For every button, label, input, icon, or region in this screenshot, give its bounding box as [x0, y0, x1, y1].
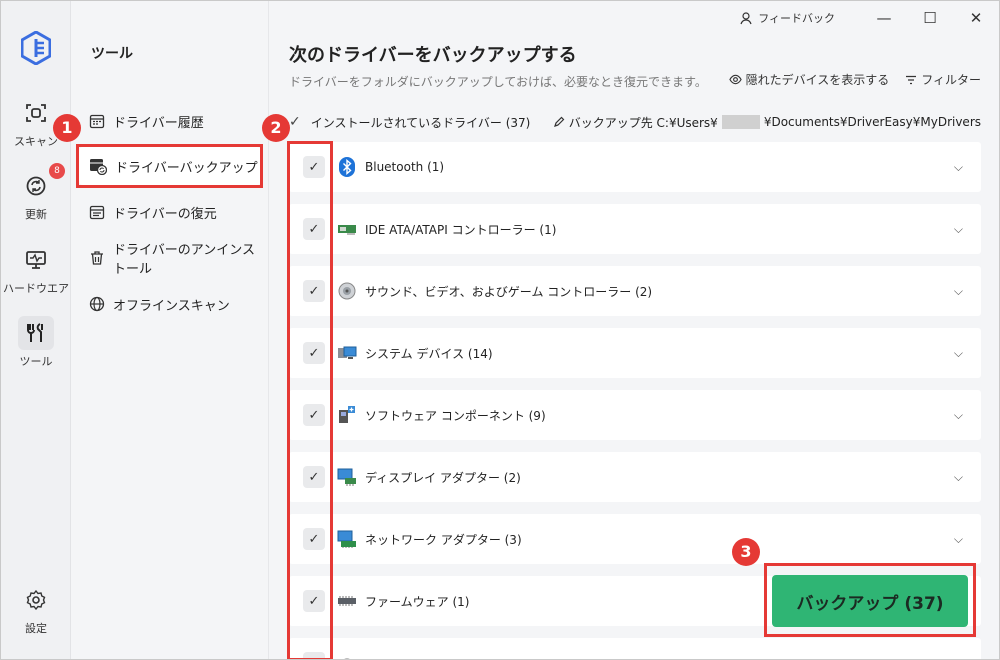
rail-item-settings[interactable]: 設定 [1, 583, 71, 636]
network-adapter-icon [337, 529, 357, 549]
pencil-icon [553, 116, 565, 127]
rail-item-update[interactable]: 8 更新 [1, 163, 71, 222]
installed-drivers-label: インストールされているドライバー (37) [310, 115, 531, 130]
subnav-item-driver-restore[interactable]: ドライバーの復元 [79, 193, 261, 231]
chevron-down-icon[interactable]: ⌵ [954, 408, 963, 423]
tools-subnav: ツール ドライバー履歴 ドライバーバックアップ ドライバーの復元 ドライバーのア… [71, 1, 269, 659]
rail-item-label: ハードウエア [3, 282, 69, 295]
display-adapter-icon [337, 467, 357, 487]
subnav-item-label: オフラインスキャン [113, 298, 230, 314]
backup-path-prefix: バックアップ先 C:¥Users¥ [568, 115, 718, 130]
pointing-device-icon [337, 653, 357, 659]
filter-button[interactable]: フィルター [905, 71, 981, 88]
rail-item-hardware[interactable]: ハードウエア [1, 243, 71, 296]
scan-icon [18, 96, 54, 130]
rail-item-label: 更新 [25, 208, 47, 221]
app-logo-icon [21, 31, 51, 65]
filter-icon [906, 75, 917, 84]
rail-item-label: ツール [19, 355, 53, 368]
subnav-item-label: ドライバーのアンインストール [113, 243, 255, 277]
speaker-icon [337, 281, 357, 301]
main-panel: 次のドライバーをバックアップする ドライバーをフォルダにバックアップしておけば、… [269, 1, 999, 659]
backup-path-suffix: ¥Documents¥DriverEasy¥MyDrivers [763, 115, 981, 129]
row-label: Bluetooth (1) [365, 160, 445, 174]
row-label: ファームウェア (1) [365, 594, 470, 609]
select-all-checkbox[interactable]: ✓ [289, 114, 301, 130]
list-item[interactable]: ✓ Bluetooth (1) ⌵ [289, 142, 981, 192]
list-item[interactable]: ✓ ネットワーク アダプター (3) ⌵ [289, 514, 981, 564]
list-item[interactable]: ✓ ソフトウェア コンポーネント (9) ⌵ [289, 390, 981, 440]
eye-icon [728, 74, 742, 85]
row-label: サウンド、ビデオ、およびゲーム コントローラー (2) [365, 284, 653, 299]
show-hidden-label: 隠れたデバイスを表示する [745, 73, 890, 87]
chevron-down-icon[interactable]: ⌵ [954, 532, 963, 547]
redacted-username [721, 115, 760, 129]
chevron-down-icon[interactable]: ⌵ [954, 160, 963, 175]
chevron-down-icon[interactable]: ⌵ [954, 284, 963, 299]
row-label: ソフトウェア コンポーネント (9) [365, 408, 546, 423]
filter-label: フィルター [921, 73, 981, 87]
page-subtitle: ドライバーをフォルダにバックアップしておけば、必要なとき復元できます。 [289, 75, 707, 89]
globe-icon [89, 296, 105, 312]
list-item[interactable]: ✓ ディスプレイ アダプター (2) ⌵ [289, 452, 981, 502]
chevron-down-icon[interactable]: ⌵ [954, 346, 963, 361]
row-label: ネットワーク アダプター (3) [365, 532, 522, 547]
subnav-item-label: ドライバー履歴 [113, 115, 204, 131]
list-item[interactable]: ✓ サウンド、ビデオ、およびゲーム コントローラー (2) ⌵ [289, 266, 981, 316]
software-component-icon [337, 405, 357, 425]
row-label: ディスプレイ アダプター (2) [365, 470, 521, 485]
page-title: 次のドライバーをバックアップする [289, 45, 577, 66]
gear-icon [18, 583, 54, 617]
row-label: システム デバイス (14) [365, 346, 493, 361]
update-count-badge: 8 [49, 163, 65, 179]
subnav-item-driver-history[interactable]: ドライバー履歴 [79, 102, 261, 140]
show-hidden-devices-toggle[interactable]: 隠れたデバイスを表示する [728, 71, 890, 88]
subnav-item-offline-scan[interactable]: オフラインスキャン [79, 285, 261, 323]
rail-item-tools[interactable]: ツール [1, 316, 71, 369]
annotation-number-2: 2 [262, 114, 290, 142]
monitor-pulse-icon [18, 243, 54, 277]
chevron-down-icon[interactable]: ⌵ [954, 222, 963, 237]
list-item[interactable] [289, 638, 981, 659]
subnav-item-label: ドライバーの復元 [113, 206, 217, 222]
firmware-icon [337, 591, 357, 611]
list-tools: 隠れたデバイスを表示する フィルター [728, 71, 981, 88]
restore-icon [89, 205, 105, 220]
subnav-item-driver-uninstall[interactable]: ドライバーのアンインストール [79, 239, 261, 277]
system-device-icon [337, 343, 357, 363]
ide-controller-icon [337, 219, 357, 239]
tools-icon [18, 316, 54, 350]
bluetooth-icon [337, 157, 357, 177]
subnav-title: ツール [91, 46, 133, 62]
annotation-highlight-backup-button [764, 563, 976, 637]
annotation-number-3: 3 [732, 538, 760, 566]
rail-item-label: 設定 [25, 622, 47, 635]
list-item[interactable]: ✓ システム デバイス (14) ⌵ [289, 328, 981, 378]
app-window: フィードバック — ☐ ✕ スキャン 8 更新 ハードウエア ツール 設定 ツー… [0, 0, 1000, 660]
annotation-number-1: 1 [53, 114, 81, 142]
annotation-highlight-backup-menu [76, 144, 263, 188]
refresh-icon [18, 169, 54, 203]
annotation-highlight-checkboxes [287, 141, 333, 659]
backup-path[interactable]: バックアップ先 C:¥Users¥ ¥Documents¥DriverEasy¥M… [553, 114, 981, 131]
list-item[interactable]: ✓ IDE ATA/ATAPI コントローラー (1) ⌵ [289, 204, 981, 254]
row-label: IDE ATA/ATAPI コントローラー (1) [365, 222, 557, 237]
trash-icon [91, 251, 103, 265]
icon-rail: スキャン 8 更新 ハードウエア ツール 設定 [1, 1, 71, 659]
chevron-down-icon[interactable]: ⌵ [954, 470, 963, 485]
calendar-icon [89, 114, 105, 129]
installed-drivers-header: ✓ インストールされているドライバー (37) バックアップ先 C:¥Users… [289, 111, 981, 133]
